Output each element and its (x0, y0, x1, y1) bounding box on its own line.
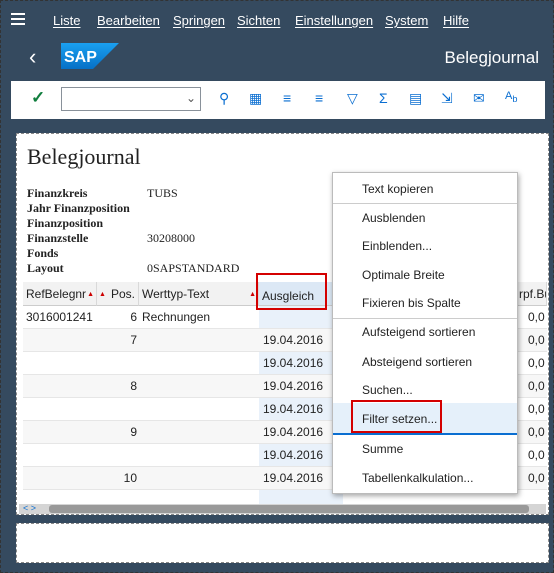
cell-pos: 6 (130, 310, 137, 324)
header-label: Finanzkreis (27, 186, 88, 200)
horizontal-scrollbar[interactable]: < > (19, 503, 546, 514)
cell-amount: 0,0 (528, 310, 545, 324)
header-label: Layout (27, 261, 64, 275)
header-value: 0SAPSTANDARD (147, 261, 240, 275)
bottom-input-area[interactable] (16, 523, 549, 563)
cell-amount: 0,0 (528, 333, 545, 347)
cell-amount: 0,0 (528, 356, 545, 370)
back-icon[interactable]: ‹ (29, 46, 36, 68)
scrollbar-thumb[interactable] (49, 505, 529, 513)
menu-springen[interactable]: Springen (173, 13, 225, 28)
menu-system[interactable]: System (385, 13, 428, 28)
page-title: Belegjournal (444, 48, 539, 67)
menu-item-text-kopieren[interactable]: Text kopieren (362, 180, 433, 198)
cell-amount: 0,0 (528, 379, 545, 393)
menu-bearbeiten[interactable]: Bearbeiten (97, 13, 160, 28)
chevron-down-icon[interactable]: ⌄ (186, 91, 196, 105)
sort-marker-icon: ▲ (87, 291, 94, 298)
filter-icon[interactable]: ▽ (347, 90, 358, 107)
menu-einstellungen[interactable]: Einstellungen (295, 13, 373, 28)
mail-icon[interactable]: ✉ (473, 90, 485, 107)
context-menu: Text kopieren Ausblenden Einblenden... O… (332, 172, 518, 494)
menu-item-ausblenden[interactable]: Ausblenden (362, 209, 425, 227)
cell-refbelegnr: 3016001241 (26, 310, 93, 324)
status-bar (1, 563, 553, 572)
column-header-refbelegnr[interactable]: RefBelegnr ▲ (23, 282, 97, 306)
cell-ausgleich: 19.04.2016 (263, 425, 324, 439)
scroll-arrows-icon[interactable]: < > (23, 503, 36, 513)
hamburger-menu-icon[interactable] (11, 13, 25, 25)
menu-item-tabellenkalkulation[interactable]: Tabellenkalkulation... (362, 469, 473, 487)
menu-bar: Liste Bearbeiten Springen Sichten Einste… (1, 1, 553, 39)
title-bar: ‹ SAP Belegjournal (1, 39, 553, 77)
cell-amount: 0,0 (528, 425, 545, 439)
header-label: Fonds (27, 246, 59, 260)
cell-pos (97, 352, 137, 374)
column-header-ausgleich[interactable]: Ausgleich (259, 282, 343, 306)
cell-pos: 9 (130, 425, 137, 439)
svg-text:SAP: SAP (64, 49, 97, 66)
menu-hilfe[interactable]: Hilfe (443, 13, 469, 28)
print-preview-icon[interactable]: ▤ (409, 90, 422, 107)
menu-item-filter-setzen[interactable]: Filter setzen... (362, 410, 437, 428)
cell-ausgleich: 19.04.2016 (263, 402, 324, 416)
menu-item-fixieren[interactable]: Fixieren bis Spalte (362, 294, 461, 312)
menu-item-einblenden[interactable]: Einblenden... (362, 237, 432, 255)
cell-ausgleich: 19.04.2016 (263, 471, 324, 485)
cell-pos (97, 444, 137, 466)
checkmark-icon[interactable]: ✓ (31, 88, 45, 108)
zoom-icon[interactable]: ⚲ (219, 90, 229, 107)
menu-liste[interactable]: Liste (53, 13, 80, 28)
report-title: Belegjournal (27, 144, 141, 169)
header-label: Jahr Finanzposition (27, 201, 130, 215)
cell-ausgleich: 19.04.2016 (263, 379, 324, 393)
sap-logo: SAP (61, 43, 119, 69)
cell-ausgleich: 19.04.2016 (263, 356, 324, 370)
menu-sichten[interactable]: Sichten (237, 13, 280, 28)
details-icon[interactable]: ▦ (249, 90, 262, 107)
header-label: Finanzposition (27, 216, 104, 230)
header-value: TUBS (147, 186, 178, 200)
cell-pos: 8 (130, 379, 137, 393)
header-label: Finanzstelle (27, 231, 89, 245)
cell-pos: 7 (130, 333, 137, 347)
column-header-werttyp[interactable]: Werttyp-Text ▲ (139, 282, 259, 306)
cell-pos (97, 398, 137, 420)
column-header-pos[interactable]: Pos. ▲ (97, 282, 139, 306)
command-field[interactable]: ⌄ (61, 87, 201, 111)
export-icon[interactable]: ⇲ (441, 90, 453, 107)
menu-item-absteigend[interactable]: Absteigend sortieren (362, 353, 472, 371)
cell-amount: 0,0 (528, 402, 545, 416)
align-icon[interactable]: ≡ (315, 90, 323, 106)
menu-item-aufsteigend[interactable]: Aufsteigend sortieren (362, 323, 475, 341)
sort-marker-icon: ▲ (249, 291, 256, 298)
cell-amount: 0,0 (528, 471, 545, 485)
cell-amount: 0,0 (528, 448, 545, 462)
abc-icon[interactable]: Ab (505, 90, 517, 104)
menu-item-summe[interactable]: Summe (362, 440, 403, 458)
center-align-icon[interactable]: ≡ (283, 90, 291, 106)
menu-item-suchen[interactable]: Suchen... (362, 381, 413, 399)
sort-marker-icon: ▲ (99, 291, 106, 298)
cell-ausgleich: 19.04.2016 (263, 333, 324, 347)
menu-separator (333, 318, 517, 319)
cell-pos: 10 (123, 471, 137, 485)
header-value: 30208000 (147, 231, 195, 245)
cell-werttyp: Rechnungen (142, 310, 211, 324)
sap-window: Liste Bearbeiten Springen Sichten Einste… (0, 0, 554, 573)
toolbar: ✓ ⌄ ⚲ ▦ ≡ ≡ ▽ Σ ▤ ⇲ ✉ Ab (11, 81, 545, 119)
menu-item-optimale-breite[interactable]: Optimale Breite (362, 266, 445, 284)
menu-separator (333, 203, 517, 204)
cell-ausgleich: 19.04.2016 (263, 448, 324, 462)
sum-icon[interactable]: Σ (379, 90, 388, 106)
